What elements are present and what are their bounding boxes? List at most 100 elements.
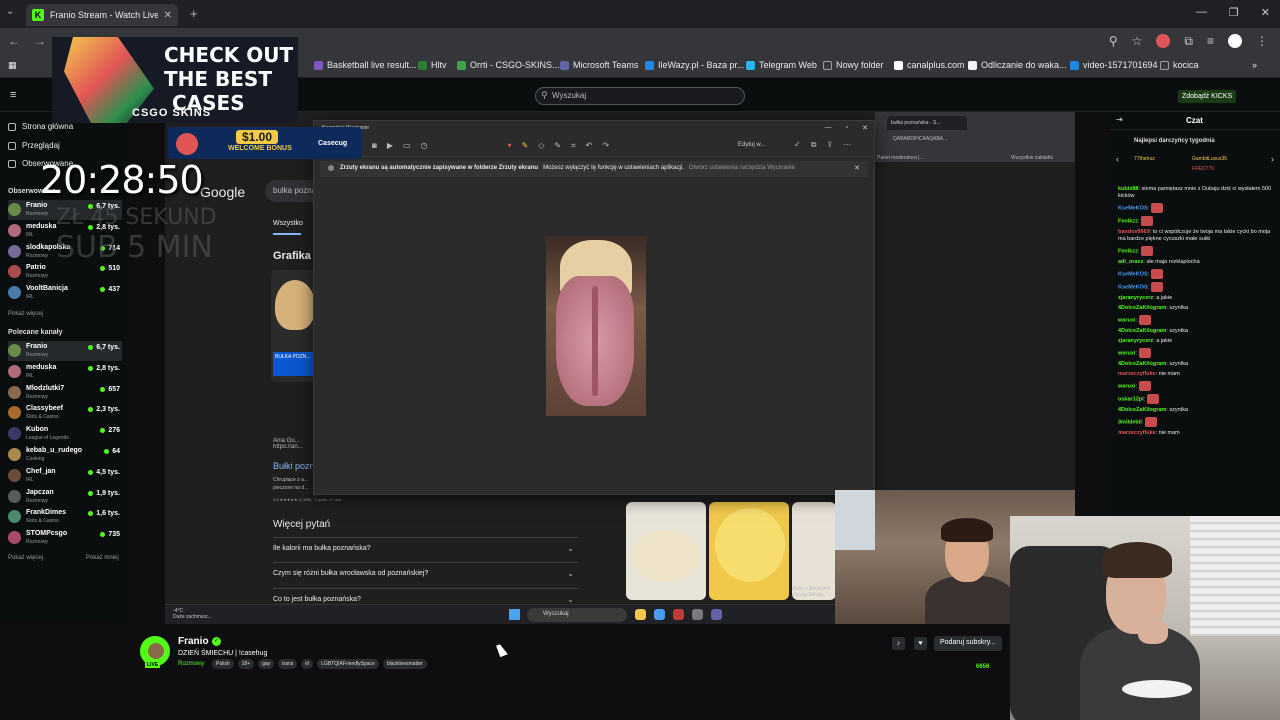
close-window-icon[interactable]: ✕ bbox=[1261, 6, 1270, 19]
notification-bell-icon[interactable]: ♪ bbox=[892, 637, 905, 650]
tag[interactable]: gay bbox=[258, 659, 275, 669]
bookmark-item[interactable]: Telegram Web bbox=[746, 60, 817, 70]
kicks-button[interactable]: Zdobądź KICKS bbox=[1178, 90, 1237, 103]
chevron-left-icon[interactable]: ‹ bbox=[1116, 154, 1119, 164]
chat-username[interactable]: waruxi bbox=[1118, 383, 1135, 389]
gifter-name[interactable]: GambitLuxus35 bbox=[1192, 156, 1227, 162]
bookmark-star-icon[interactable]: ☆ bbox=[1132, 34, 1143, 49]
sidebar-channel[interactable]: Patrio Rozmowy 510 bbox=[8, 262, 122, 282]
bookmark-item[interactable]: IleWazy.pl - Baza pr... bbox=[645, 60, 745, 70]
back-icon[interactable]: ← bbox=[8, 34, 20, 48]
tag[interactable]: blacklivesmatter bbox=[382, 659, 427, 669]
chat-username[interactable]: Fenikzz bbox=[1118, 248, 1138, 254]
chat-username[interactable]: 4DolceZaKilogram bbox=[1118, 328, 1166, 334]
apps-icon[interactable]: ▦ bbox=[8, 60, 17, 71]
tag[interactable]: LGBTQIAFriendlySpace bbox=[317, 659, 379, 669]
chat-username[interactable]: 4DolceZaKilogram bbox=[1118, 407, 1166, 413]
bookmark-item[interactable]: Odliczanie do waka... bbox=[968, 60, 1067, 70]
result-rating: 4,8 ★★★★★ (1 300) · 1 godz. 47 min bbox=[273, 497, 342, 502]
chat-username[interactable]: KseMeKOS bbox=[1118, 205, 1148, 211]
nav-home[interactable]: Strona główna bbox=[8, 122, 73, 131]
images-heading: Grafika bbox=[273, 250, 311, 262]
forward-icon[interactable]: → bbox=[34, 34, 46, 48]
chat-username[interactable]: oskar12pl bbox=[1118, 396, 1144, 402]
restore-icon[interactable]: ❐ bbox=[1229, 6, 1239, 19]
search-input[interactable]: ⚲ Wyszukaj bbox=[535, 87, 745, 105]
chat-username[interactable]: adi_oracz bbox=[1118, 259, 1143, 265]
chat-username[interactable]: KseMeKOS bbox=[1118, 284, 1148, 290]
chat-username[interactable]: zjaranyrycerz bbox=[1118, 295, 1153, 301]
chat-username[interactable]: bandov9669 bbox=[1118, 229, 1150, 235]
tag[interactable]: trans bbox=[278, 659, 298, 669]
sidebar-channel[interactable]: Kubon League of Legends 276 bbox=[8, 424, 122, 444]
channel-category: Rozmowy bbox=[26, 211, 48, 217]
bookmark-item[interactable]: Microsoft Teams bbox=[560, 60, 638, 70]
bookmark-item[interactable]: Hltv bbox=[418, 60, 447, 70]
browser-tab-active[interactable]: K Franio Stream - Watch Live ✕ bbox=[26, 4, 178, 26]
menu-icon[interactable]: ⋮ bbox=[1256, 34, 1268, 49]
chat-username[interactable]: marzeczyfluke bbox=[1118, 430, 1156, 436]
sidebar-channel[interactable]: Japczan Rozmowy 1,9 tys. bbox=[8, 487, 122, 507]
chat-username[interactable]: waruxi bbox=[1118, 317, 1135, 323]
avatar bbox=[8, 489, 21, 503]
sidebar-channel[interactable]: kebab_u_rudego Cooking 64 bbox=[8, 445, 122, 465]
chat-username[interactable]: kubix88 bbox=[1118, 186, 1138, 192]
chat-username[interactable]: KseMeKOS bbox=[1118, 271, 1148, 277]
sidebar-channel[interactable]: Franio Rozmowy 6,7 tys. bbox=[8, 341, 122, 361]
sidebar-channel[interactable]: meduska IRL 2,8 tys. bbox=[8, 362, 122, 382]
show-more-link[interactable]: Pokaż więcej bbox=[8, 555, 43, 561]
tag[interactable]: 18+ bbox=[237, 659, 255, 669]
gift-subscription-button[interactable]: Podaruj subskry... bbox=[934, 636, 1002, 651]
bookmark-folder[interactable]: kocica bbox=[1160, 60, 1199, 70]
bookmark-item[interactable]: video-1571701694 bbox=[1070, 60, 1158, 70]
sidebar-channel[interactable]: Mlodzlutki7 Rozmowy 657 bbox=[8, 383, 122, 403]
home-icon bbox=[8, 122, 16, 131]
chat-header: ⇥ Czat bbox=[1110, 112, 1280, 130]
bookmark-item[interactable]: Basketball live result... bbox=[314, 60, 417, 70]
gifter-name[interactable]: FRED779 bbox=[1192, 166, 1214, 172]
sidebar-channel[interactable]: Chef_jan IRL 4,5 tys. bbox=[8, 466, 122, 486]
close-tab-icon[interactable]: ✕ bbox=[164, 10, 172, 21]
follow-heart-icon[interactable]: ♥ bbox=[914, 637, 927, 650]
menu-hamburger-icon[interactable]: ≡ bbox=[10, 89, 16, 101]
extensions-puzzle-icon[interactable]: ⧉ bbox=[1184, 34, 1193, 49]
show-less-link[interactable]: Pokaż mniej bbox=[86, 555, 119, 561]
show-more-link[interactable]: Pokaż więcej bbox=[8, 311, 43, 317]
tab-search-icon[interactable]: ⌄ bbox=[6, 6, 14, 17]
bookmark-item[interactable]: Orrti - CSGO-SKINS... bbox=[457, 60, 560, 70]
capture-icon: ◙ bbox=[372, 141, 377, 150]
chevron-right-icon[interactable]: › bbox=[1271, 154, 1274, 164]
sidebar-channel[interactable]: VooltBanicja IRL 437 bbox=[8, 283, 122, 303]
chat-username[interactable]: 3mildebil bbox=[1118, 419, 1142, 425]
bookmark-item[interactable]: canalplus.com bbox=[894, 60, 965, 70]
extension-icon[interactable] bbox=[1156, 34, 1171, 48]
bookmark-folder[interactable]: Nowy folder bbox=[823, 60, 884, 70]
right-browser-tab: bułka poznańska - S... bbox=[887, 116, 967, 130]
profile-avatar[interactable] bbox=[1228, 34, 1242, 48]
chat-username[interactable]: marzeczyfluke bbox=[1118, 371, 1156, 377]
channel-name[interactable]: Franio bbox=[178, 636, 209, 647]
minimize-icon[interactable]: — bbox=[1196, 6, 1207, 19]
viewer-count: 6656 bbox=[976, 664, 990, 670]
taskbar-search: Wyszukaj bbox=[527, 608, 627, 622]
collapse-chat-icon[interactable]: ⇥ bbox=[1116, 115, 1123, 124]
sidebar-channel[interactable]: FrankDimes Slots & Casino 1,6 tys. bbox=[8, 507, 122, 527]
chat-username[interactable]: 4DolceZaKilogram bbox=[1118, 305, 1166, 311]
chat-username[interactable]: zjaranyrycerz bbox=[1118, 338, 1153, 344]
zoom-icon[interactable]: ⚲ bbox=[1109, 34, 1118, 49]
stream-category[interactable]: Rozmowy bbox=[178, 661, 204, 667]
chat-username[interactable]: Fenikzz bbox=[1118, 218, 1138, 224]
gifter-name[interactable]: 77thetruz bbox=[1134, 156, 1155, 162]
more-bookmarks-icon[interactable]: » bbox=[1252, 60, 1257, 70]
chat-username[interactable]: waruxi bbox=[1118, 350, 1135, 356]
new-tab-icon[interactable]: + bbox=[190, 6, 198, 21]
browser-tab-bar: ⌄ K Franio Stream - Watch Live ✕ + — ❐ ✕ bbox=[0, 0, 1280, 28]
media-icon[interactable]: ≡ bbox=[1207, 34, 1214, 49]
viewer-count: 657 bbox=[100, 386, 120, 393]
chat-username[interactable]: 4DolceZaKilogram bbox=[1118, 361, 1166, 367]
tag[interactable]: Polish bbox=[212, 659, 234, 669]
sidebar-channel[interactable]: Classybeef Slots & Casino 2,3 tys. bbox=[8, 403, 122, 423]
nav-browse[interactable]: Przeglądaj bbox=[8, 141, 60, 150]
tag[interactable]: irl bbox=[301, 659, 314, 669]
sidebar-channel[interactable]: STOMPcsgo Rozmowy 735 bbox=[8, 528, 122, 548]
